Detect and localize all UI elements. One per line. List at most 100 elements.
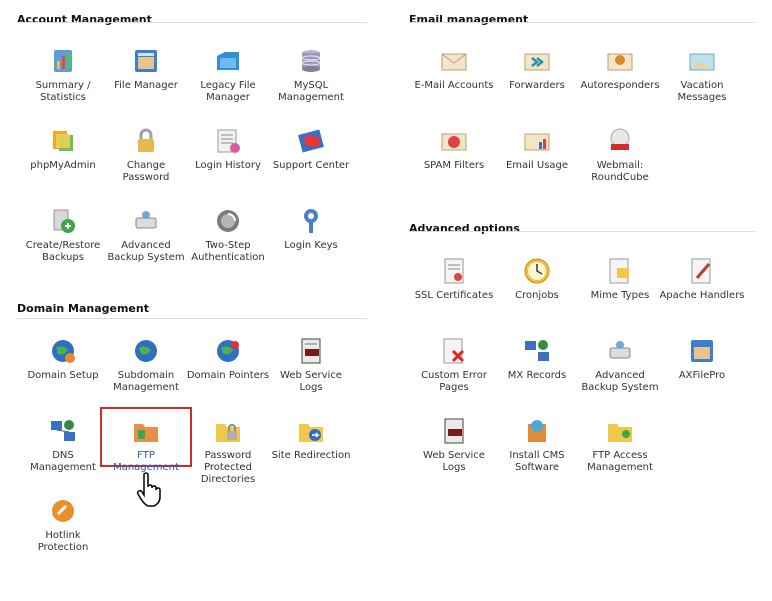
site-redirection-link[interactable]: Site Redirection	[268, 416, 354, 462]
autoresponders-link[interactable]: Autoresponders	[577, 46, 663, 92]
item-label: Two-Step Authentication	[191, 240, 265, 263]
forwarders-icon	[524, 53, 550, 71]
padlock-icon	[138, 128, 154, 152]
email-usage-link[interactable]: Email Usage	[494, 126, 580, 172]
item-label: SSL Certificates	[414, 290, 494, 301]
error-page-icon	[443, 338, 465, 364]
certificate-icon	[444, 258, 464, 284]
key-icon	[304, 209, 318, 233]
login-history-icon	[217, 129, 240, 153]
hotlink-protection-link[interactable]: Hotlink Protection	[20, 496, 106, 554]
two-step-authentication-link[interactable]: Two-Step Authentication	[185, 206, 271, 264]
domain-setup-link[interactable]: Domain Setup	[20, 336, 106, 382]
mime-types-link[interactable]: Mime Types	[577, 256, 663, 302]
advanced-backup-system-link-2[interactable]: Advanced Backup System	[577, 336, 663, 394]
item-label: Support Center	[272, 160, 350, 171]
ftp-management-link[interactable]: FTP Management	[103, 416, 189, 474]
spam-filters-link[interactable]: SPAM Filters	[411, 126, 497, 172]
item-label: Change Password	[122, 160, 170, 183]
redirect-folder-icon	[299, 424, 323, 442]
ftp-folder-icon	[134, 424, 158, 442]
mime-types-icon	[609, 258, 629, 284]
hotlink-icon	[52, 500, 74, 522]
item-label: MySQL Management	[278, 80, 344, 103]
mx-records-icon	[525, 340, 549, 361]
file-manager-link[interactable]: File Manager	[103, 46, 189, 92]
item-label: Domain Setup	[27, 370, 99, 381]
domain-pointers-link[interactable]: Domain Pointers	[185, 336, 271, 382]
webmail-icon	[610, 128, 630, 150]
support-center-link[interactable]: Support Center	[268, 126, 354, 172]
item-label: Create/Restore Backups	[25, 240, 101, 263]
domain-pointers-icon	[217, 340, 239, 362]
ftp-access-management-link[interactable]: FTP Access Management	[577, 416, 663, 474]
axfilepro-link[interactable]: AXFilePro	[659, 336, 745, 382]
install-cms-software-link[interactable]: Install CMS Software	[494, 416, 580, 474]
item-label: Cronjobs	[515, 290, 559, 301]
legacy-file-manager-icon	[217, 52, 239, 70]
web-service-logs-link-2[interactable]: Web Service Logs	[411, 416, 497, 474]
webmail-roundcube-link[interactable]: Webmail: RoundCube	[577, 126, 663, 184]
database-icon	[301, 50, 321, 72]
subdomain-management-link[interactable]: Subdomain Management	[103, 336, 189, 394]
cronjobs-link[interactable]: Cronjobs	[494, 256, 580, 302]
item-label: Custom Error Pages	[421, 370, 487, 393]
item-label: Site Redirection	[271, 450, 351, 461]
mysql-management-link[interactable]: MySQL Management	[268, 46, 354, 104]
ftp-access-icon	[608, 424, 632, 442]
section-divider	[409, 22, 755, 23]
section-divider	[17, 318, 367, 319]
change-password-link[interactable]: Change Password	[103, 126, 189, 184]
login-keys-link[interactable]: Login Keys	[268, 206, 354, 252]
item-label: FTP Access Management	[587, 450, 653, 473]
axfilepro-icon	[691, 340, 713, 362]
mx-records-link[interactable]: MX Records	[494, 336, 580, 382]
custom-error-pages-link[interactable]: Custom Error Pages	[411, 336, 497, 394]
item-label: Subdomain Management	[113, 370, 179, 393]
apache-handlers-icon	[691, 258, 711, 284]
vacation-messages-link[interactable]: Vacation Messages	[659, 46, 745, 104]
two-step-auth-icon	[217, 210, 239, 232]
login-history-link[interactable]: Login History	[185, 126, 271, 172]
clock-icon	[524, 258, 550, 284]
item-label: Web Service Logs	[423, 450, 485, 473]
apache-handlers-link[interactable]: Apache Handlers	[659, 256, 745, 302]
create-restore-backups-link[interactable]: Create/Restore Backups	[20, 206, 106, 264]
email-accounts-link[interactable]: E-Mail Accounts	[411, 46, 497, 92]
domain-management-title: Domain Management	[17, 302, 149, 315]
item-label: Webmail: RoundCube	[591, 160, 649, 183]
item-label: Web Service Logs	[280, 370, 342, 393]
item-label: SPAM Filters	[423, 160, 485, 171]
ssl-certificates-link[interactable]: SSL Certificates	[411, 256, 497, 302]
item-label: Email Usage	[505, 160, 569, 171]
email-usage-icon	[524, 133, 550, 151]
item-label: AXFilePro	[678, 370, 726, 381]
protected-folder-icon	[216, 424, 240, 442]
account-management-title: Account Management	[17, 13, 152, 26]
section-divider	[409, 231, 755, 232]
spam-filter-icon	[441, 133, 467, 151]
password-protected-directories-link[interactable]: Password Protected Directories	[185, 416, 271, 486]
advanced-backup-system-link[interactable]: Advanced Backup System	[103, 206, 189, 264]
phpmyadmin-link[interactable]: phpMyAdmin	[20, 126, 106, 172]
item-label: E-Mail Accounts	[414, 80, 494, 91]
item-label: MX Records	[507, 370, 567, 381]
item-label: Password Protected Directories	[200, 450, 256, 485]
summary-statistics-link[interactable]: Summary / Statistics	[20, 46, 106, 104]
item-label: Mime Types	[590, 290, 650, 301]
log-file-icon	[444, 418, 464, 444]
support-center-icon	[298, 129, 324, 153]
item-label: Autoresponders	[580, 80, 660, 91]
forwarders-link[interactable]: Forwarders	[494, 46, 580, 92]
autoresponder-icon	[607, 53, 633, 71]
legacy-file-manager-link[interactable]: Legacy File Manager	[185, 46, 271, 104]
phpmyadmin-icon	[53, 131, 73, 151]
cms-install-icon	[528, 420, 546, 442]
item-label: Summary / Statistics	[35, 80, 91, 103]
item-label: Apache Handlers	[659, 290, 745, 301]
item-label: Forwarders	[509, 80, 565, 91]
item-label: DNS Management	[30, 450, 96, 473]
dns-icon	[51, 420, 75, 441]
dns-management-link[interactable]: DNS Management	[20, 416, 106, 474]
web-service-logs-link[interactable]: Web Service Logs	[268, 336, 354, 394]
